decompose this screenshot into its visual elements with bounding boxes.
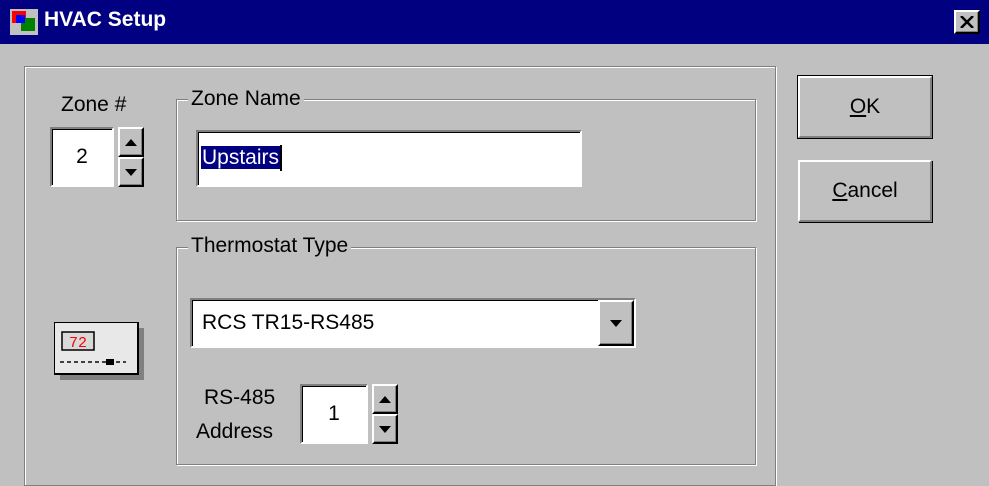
arrow-up-icon (379, 395, 391, 403)
cancel-button[interactable]: Cancel (798, 160, 932, 222)
rs485-address-spinner[interactable] (372, 384, 398, 444)
zone-name-group-label: Zone Name (188, 87, 304, 111)
zone-number-label: Zone # (61, 93, 127, 116)
cancel-button-label: Cancel (832, 179, 898, 202)
hvac-app-icon (10, 9, 38, 35)
zone-number-field[interactable]: 2 (50, 127, 114, 187)
text-caret (280, 145, 283, 172)
zone-name-value: Upstairs (201, 146, 281, 169)
rs485-address-value: 1 (328, 402, 340, 425)
ok-button-label: OK (849, 95, 881, 118)
zone-number-down-button[interactable] (118, 157, 144, 187)
thermostat-type-value: RCS TR15-RS485 (202, 311, 375, 334)
rs485-address-down-button[interactable] (372, 414, 398, 444)
zone-name-input[interactable]: Upstairs (196, 130, 582, 187)
rs485-label-line1: RS-485 (204, 386, 276, 409)
thermostat-type-dropdown-button[interactable] (598, 300, 634, 346)
rs485-label-line2: Address (196, 420, 274, 443)
thermostat-type-select[interactable]: RCS TR15-RS485 (190, 298, 636, 348)
rs485-address-field[interactable]: 1 (300, 384, 368, 444)
close-icon (960, 16, 974, 28)
thermostat-icon: 72 (54, 322, 144, 380)
arrow-down-icon (379, 425, 391, 433)
zone-number-value: 2 (76, 145, 88, 168)
window-title: HVAC Setup (44, 8, 167, 31)
thermostat-type-group-label: Thermostat Type (188, 234, 352, 258)
rs485-address-up-button[interactable] (372, 384, 398, 414)
ok-button[interactable]: OK (797, 75, 933, 139)
zone-number-up-button[interactable] (118, 127, 144, 157)
arrow-down-icon (125, 168, 137, 176)
arrow-up-icon (125, 138, 137, 146)
chevron-down-icon (610, 319, 622, 327)
thermostat-display: 72 (69, 335, 87, 352)
title-bar[interactable]: HVAC Setup (0, 0, 989, 44)
zone-number-spinner[interactable] (118, 127, 144, 187)
close-button[interactable] (954, 10, 980, 34)
